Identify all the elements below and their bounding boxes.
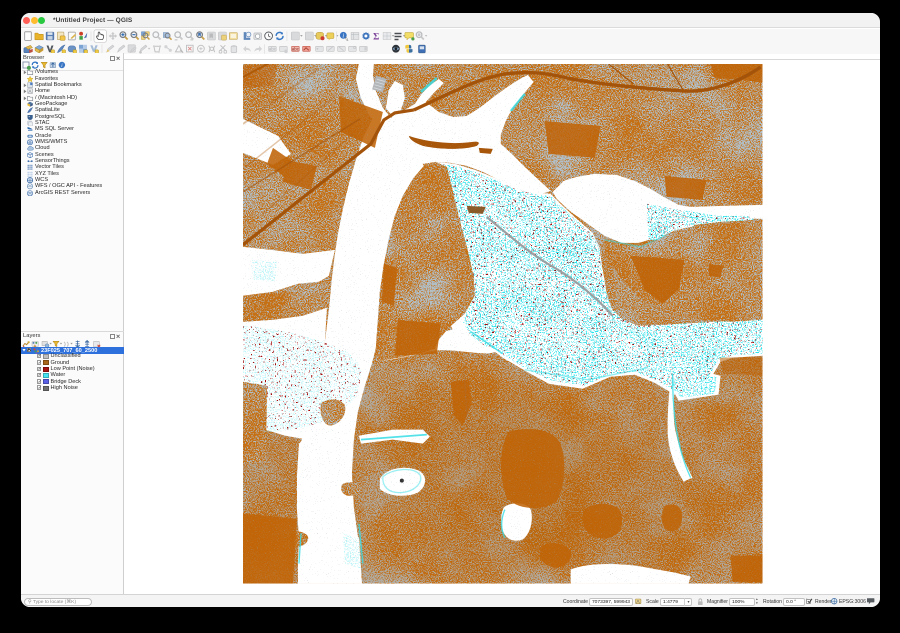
svg-text:abc: abc [292, 46, 300, 51]
svg-text:Σ: Σ [373, 33, 379, 43]
svg-text:i: i [342, 33, 344, 40]
svg-text:abc: abc [269, 46, 277, 51]
